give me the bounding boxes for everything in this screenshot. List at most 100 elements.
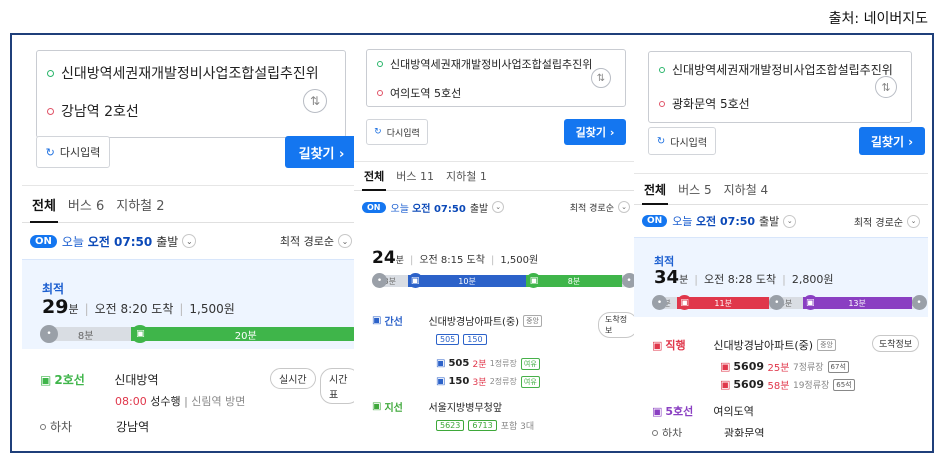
retry-button[interactable]: ↻ 다시입력 <box>648 127 716 155</box>
bus-arrival-row: ▣ 5609 58분 19정류장 65석 <box>720 377 855 392</box>
bus-chip[interactable]: 150 <box>463 334 487 345</box>
destination-dot-icon <box>47 107 54 115</box>
tab-all[interactable]: 전체 <box>361 162 387 191</box>
tab-subway[interactable]: 지하철 2 <box>116 186 164 222</box>
route-input-box: 신대방역세권재개발정비사업조합설립추진위 광화문역 5호선 ⇅ <box>648 51 912 123</box>
route-segment-label: 10분 <box>458 276 476 286</box>
origin-dot-icon <box>47 69 54 77</box>
arrival-info-button[interactable]: 도착정보 <box>598 312 638 338</box>
step-board: ▣ 2호선 신대방역 <box>40 372 159 388</box>
route-summary: 24 분 | 오전 8:15 도착 | 1,500원 <box>372 248 539 268</box>
step-board-detail: 08:00 성수행 | 신림역 방면 <box>115 394 246 409</box>
sort-select[interactable]: 최적 경로순 ⌄ <box>570 201 630 214</box>
route-segment-label: 13분 <box>848 298 866 308</box>
route-segment-bus: ▣ 10분 <box>407 273 527 288</box>
bus-chip[interactable]: 5623 <box>436 420 465 431</box>
route-segment-subway: ▣ 20분 <box>131 325 360 343</box>
tab-all[interactable]: 전체 <box>30 186 58 223</box>
bus-icon: ▣ <box>720 378 731 391</box>
refresh-icon: ↻ <box>374 127 382 137</box>
route-segment-walk: •1분 <box>621 273 637 288</box>
route-summary: 29 분 | 오전 8:20 도착 | 1,500원 <box>42 296 235 318</box>
destination-dot-icon <box>377 90 383 96</box>
step-board-main-bus: ▣ 간선 신대방경남아파트(중) 중앙 <box>372 313 542 328</box>
tab-bus[interactable]: 버스 11 <box>396 162 434 190</box>
find-route-button[interactable]: 길찾기 › <box>859 127 925 155</box>
alight-dot-icon <box>652 430 658 436</box>
destination-field[interactable]: 강남역 2호선 <box>47 101 139 121</box>
sort-chevron-icon: ⌄ <box>618 201 630 213</box>
bus-arrival-row: ▣ 5609 25분 7정류장 67석 <box>720 359 849 374</box>
route-progress-bar: •3분▣10분▣8분•1분 <box>372 273 637 288</box>
swap-icon[interactable]: ⇅ <box>591 68 611 88</box>
chevron-down-icon[interactable]: ⌄ <box>182 234 197 248</box>
bus-chips: 5623 6713 포함 3대 <box>436 419 534 432</box>
retry-button[interactable]: ↻ 다시입력 <box>36 136 110 168</box>
subway-icon: ▣ <box>40 372 52 387</box>
bus-icon: ▣ <box>677 295 693 310</box>
route-input-box: 신대방역세권재개발정비사업조합설립추진위 여의도역 5호선 ⇅ <box>366 49 626 107</box>
bus-icon: ▣ <box>372 315 382 326</box>
source-caption: 출처: 네이버지도 <box>828 11 928 27</box>
walk-icon: • <box>652 295 667 310</box>
transport-tabs: 전체 버스 11 지하철 1 <box>354 161 638 191</box>
departure-time[interactable]: 오늘 오전 07:50 <box>62 233 152 250</box>
find-route-button[interactable]: 길찾기 › <box>564 119 626 145</box>
destination-field[interactable]: 여의도역 5호선 <box>377 85 461 101</box>
tab-subway[interactable]: 지하철 4 <box>724 174 769 204</box>
departure-time[interactable]: 오늘 오전 07:50 <box>672 213 755 229</box>
best-label: 최적 <box>42 282 65 296</box>
route-segment-subway: ▣ 13분 <box>802 295 912 310</box>
sort-chevron-icon: ⌄ <box>907 214 920 228</box>
departure-bar: ON 오늘 오전 07:50 출발 ⌄ 최적 경로순 ⌄ <box>22 227 360 255</box>
arrival-info-button[interactable]: 도착정보 <box>872 335 920 352</box>
route-panel-yeouido: 신대방역세권재개발정비사업조합설립추진위 여의도역 5호선 ⇅ ↻ 다시입력 길찾… <box>354 35 638 437</box>
route-segment-walk: • 4분 <box>769 295 803 310</box>
step-board-branch-bus: ▣ 지선 서울지방병무청앞 <box>372 401 503 414</box>
transport-tabs: 전체 버스 5 지하철 4 <box>634 173 928 205</box>
route-segment-label: 20분 <box>234 330 257 342</box>
on-badge[interactable]: ON <box>30 234 57 248</box>
route-segment-walk: •1분 <box>911 295 927 310</box>
sort-select[interactable]: 최적 경로순 ⌄ <box>280 233 352 249</box>
origin-field[interactable]: 신대방역세권재개발정비사업조합설립추진위 <box>47 63 319 83</box>
origin-field[interactable]: 신대방역세권재개발정비사업조합설립추진위 <box>659 61 893 78</box>
step-alight: 하차 강남역 <box>40 418 149 435</box>
realtime-button[interactable]: 실시간 <box>270 368 316 389</box>
route-segment-walk: • 8분 <box>40 325 132 343</box>
chevron-down-icon[interactable]: ⌄ <box>783 214 797 228</box>
on-badge[interactable]: ON <box>642 215 668 227</box>
bus-chip[interactable]: 505 <box>436 334 460 345</box>
route-panel-gwanghwamun: 신대방역세권재개발정비사업조합설립추진위 광화문역 5호선 ⇅ ↻ 다시입력 길찾… <box>634 35 928 437</box>
destination-dot-icon <box>659 100 665 107</box>
tab-subway[interactable]: 지하철 1 <box>446 162 487 190</box>
on-badge[interactable]: ON <box>362 201 386 213</box>
retry-button[interactable]: ↻ 다시입력 <box>366 119 428 145</box>
destination-field[interactable]: 광화문역 5호선 <box>659 95 750 112</box>
route-summary: 34 분 | 오전 8:28 도착 | 2,800원 <box>654 267 834 288</box>
swap-icon[interactable]: ⇅ <box>303 89 327 113</box>
refresh-icon: ↻ <box>45 145 55 159</box>
route-segment-subway: ▣ 8분 <box>526 273 622 288</box>
departure-time[interactable]: 오늘 오전 07:50 <box>391 200 466 215</box>
transport-tabs: 전체 버스 6 지하철 2 <box>22 185 360 223</box>
origin-dot-icon <box>377 61 383 67</box>
walk-icon: • <box>40 325 58 343</box>
chevron-down-icon[interactable]: ⌄ <box>492 201 505 213</box>
alight-dot-icon <box>40 423 46 430</box>
walk-icon: • <box>372 273 387 288</box>
refresh-icon: ↻ <box>656 135 666 147</box>
tab-all[interactable]: 전체 <box>641 174 669 205</box>
origin-dot-icon <box>659 66 665 73</box>
origin-field[interactable]: 신대방역세권재개발정비사업조합설립추진위 <box>377 56 592 72</box>
route-segment-label: 8분 <box>567 276 581 286</box>
sort-select[interactable]: 최적 경로순 ⌄ <box>854 214 920 229</box>
bus-icon: ▣ <box>372 401 382 412</box>
bus-arrival-row: ▣ 505 2분 1정류장 여유 <box>436 357 540 370</box>
tab-bus[interactable]: 버스 6 <box>68 186 104 222</box>
swap-icon[interactable]: ⇅ <box>875 76 897 98</box>
bus-chip[interactable]: 6713 <box>468 420 497 431</box>
route-panel-gangnam: 신대방역세권재개발정비사업조합설립추진위 강남역 2호선 ⇅ ↻ 다시입력 길찾… <box>22 35 360 437</box>
tab-bus[interactable]: 버스 5 <box>678 174 712 204</box>
find-route-button[interactable]: 길찾기 › <box>285 136 358 168</box>
